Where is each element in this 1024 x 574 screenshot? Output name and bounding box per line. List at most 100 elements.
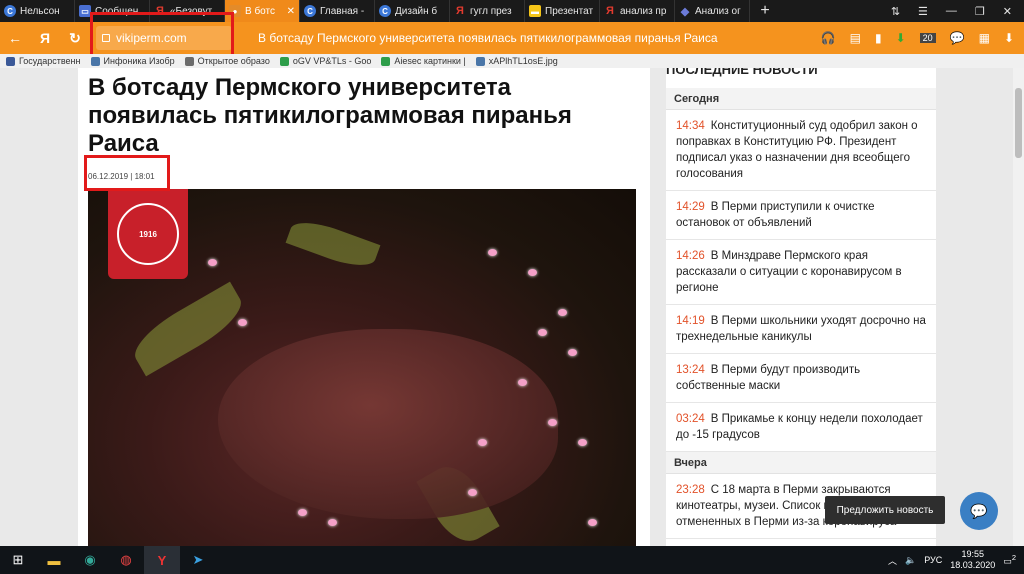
bookmark-favicon-icon <box>6 56 15 66</box>
back-button[interactable]: ← <box>0 22 30 54</box>
bookmark-item[interactable]: Инфоника Изобр <box>90 56 175 66</box>
extension-badge[interactable]: 20 <box>919 33 936 43</box>
download-green-icon[interactable]: ⬇ <box>896 31 906 45</box>
yandex-icon: Я <box>606 5 614 17</box>
tab-7[interactable]: ▬ Презентат <box>525 0 600 22</box>
chat-bubble-icon: 💬 <box>970 502 988 519</box>
folder-icon: ▬ <box>47 552 61 568</box>
news-item[interactable]: 14:29 В Перми приступили к очистке остано… <box>666 191 936 240</box>
yandex-home-button[interactable]: Я <box>30 22 60 54</box>
article-photo: 1916 <box>88 189 636 546</box>
headphones-icon[interactable]: 🎧 <box>821 31 836 45</box>
chrome-button[interactable]: ◍ <box>108 546 144 574</box>
tab-8[interactable]: Яанализ пр <box>600 0 675 22</box>
bookmark-icon[interactable]: ▮ <box>875 31 882 45</box>
close-tab-icon[interactable]: ✕ <box>287 6 295 17</box>
tab-6[interactable]: Ягугл през <box>450 0 525 22</box>
tab-5[interactable]: C Дизайн б <box>375 0 450 22</box>
bookmark-item[interactable]: Aiesec картинки | <box>381 56 466 66</box>
bookmark-favicon-icon <box>475 56 485 66</box>
reader-icon[interactable]: ▤ <box>850 31 861 45</box>
windows-logo-icon: ⊞ <box>12 552 24 567</box>
start-button[interactable]: ⊞ <box>0 546 36 574</box>
bookmark-favicon-icon <box>90 56 100 66</box>
article: В ботсаду Пермского университета появила… <box>78 68 650 546</box>
telegram-icon: ➤ <box>192 552 204 567</box>
petal <box>518 379 527 386</box>
downloads-icon[interactable]: ⬇ <box>1004 31 1014 45</box>
news-item[interactable]: 13:24 В Перми будут производить собственн… <box>666 354 936 403</box>
bookmark-item[interactable]: xAPlhTL1osE.jpg <box>475 56 558 66</box>
tab-favicon-icon: ◆ <box>680 5 690 18</box>
bookmark-favicon-icon <box>184 56 194 66</box>
slides-icon: ▬ <box>529 5 541 17</box>
address-actions: 🎧 ▤ ▮ ⬇ 20 💬 ▦ ⬇ <box>821 31 1024 45</box>
web-page: В ботсаду Пермского университета появила… <box>0 68 1024 546</box>
map-pin-icon: ◉ <box>84 552 96 567</box>
screen: C Нельсон ▭ Сообщен Я «Безовут ● В ботс ✕ C Гл… <box>0 0 1024 574</box>
chat-icon[interactable]: 💬 <box>950 31 965 45</box>
tab-favicon-icon: C <box>379 5 391 17</box>
tab-4[interactable]: C Главная - <box>300 0 375 22</box>
petal <box>558 309 567 316</box>
tab-favicon-icon: C <box>304 5 316 17</box>
petal <box>468 489 477 496</box>
chat-button[interactable]: 💬 <box>960 492 998 530</box>
news-item[interactable]: 14:26 В Минздраве Пермского края рассказа… <box>666 240 936 305</box>
article-headline: В ботсаду Пермского университета появила… <box>88 74 572 157</box>
day-label-yesterday: Вчера <box>666 452 936 474</box>
petal <box>238 319 247 326</box>
chrome-icon: ◍ <box>120 552 132 567</box>
yandex-browser-button[interactable]: Y <box>144 546 180 574</box>
menu-icon[interactable]: ☰ <box>918 5 928 18</box>
explorer-button[interactable]: ▬ <box>36 546 72 574</box>
petal <box>578 439 587 446</box>
news-item[interactable]: 14:19 В Перми школьники уходят досрочно н… <box>666 305 936 354</box>
sidebar-heading: ПОСЛЕДНИЕ НОВОСТИ <box>666 68 818 77</box>
tab-0[interactable]: C Нельсон <box>0 0 75 22</box>
bookmark-item[interactable]: Государственн <box>6 56 81 66</box>
bookmarks-panel-icon[interactable]: ⇅ <box>891 5 900 18</box>
petal <box>208 259 217 266</box>
bookmark-item[interactable]: oGV VP&TLs - Goo <box>279 56 371 66</box>
tab-9[interactable]: ◆ Анализ ог <box>675 0 750 22</box>
windows-taskbar: ⊞ ▬ ◉ ◍ Y ➤ ︿ 🔈 РУС 19:55 18.03.2020 ▭2 <box>0 546 1024 574</box>
volume-icon[interactable]: 🔈 <box>905 555 916 566</box>
petal <box>548 419 557 426</box>
language-indicator[interactable]: РУС <box>924 555 942 565</box>
petal <box>328 519 337 526</box>
maps-button[interactable]: ◉ <box>72 546 108 574</box>
clock[interactable]: 19:55 18.03.2020 <box>950 549 995 571</box>
tab-favicon-icon: C <box>4 5 16 17</box>
photo-leaf <box>126 281 250 377</box>
page-scrollbar[interactable] <box>1013 68 1024 546</box>
petal <box>568 349 577 356</box>
petal <box>528 269 537 276</box>
bookmarks-bar: Государственн Инфоника Изобр Открытое об… <box>0 54 1024 68</box>
docs-icon[interactable]: ▦ <box>979 31 990 45</box>
university-seal-icon: 1916 <box>117 203 179 265</box>
system-tray: ︿ 🔈 РУС 19:55 18.03.2020 ▭2 <box>888 549 1024 571</box>
news-item[interactable]: 03:24 В Прикамье к концу недели похолодае… <box>666 403 936 452</box>
suggest-news-tooltip: Предложить новость <box>825 496 945 524</box>
highlight-date-box <box>84 155 170 191</box>
petal <box>488 249 497 256</box>
yandex-icon: Я <box>456 5 464 17</box>
yandex-browser-icon: Y <box>157 552 167 568</box>
telegram-button[interactable]: ➤ <box>180 546 216 574</box>
piranha-fish <box>218 329 558 519</box>
news-item[interactable]: 14:34 Конституционный суд одобрил закон о… <box>666 110 936 191</box>
new-tab-button[interactable]: + <box>750 0 780 22</box>
notifications-icon[interactable]: ▭2 <box>1003 553 1016 567</box>
tab-3-active[interactable]: ● В ботс ✕ <box>225 0 300 22</box>
restore-icon[interactable]: ❐ <box>975 5 985 18</box>
window-controls: ⇅ ☰ — ❐ ✕ <box>891 0 1024 22</box>
close-window-icon[interactable]: ✕ <box>1003 5 1012 18</box>
tray-expand-icon[interactable]: ︿ <box>888 554 897 567</box>
reload-button[interactable]: ↻ <box>60 22 90 54</box>
page-title: В ботсаду Пермского университета появила… <box>258 31 718 45</box>
minimize-icon[interactable]: — <box>946 5 957 17</box>
scrollbar-thumb[interactable] <box>1015 88 1022 158</box>
petal <box>538 329 547 336</box>
bookmark-item[interactable]: Открытое образо <box>184 56 270 66</box>
